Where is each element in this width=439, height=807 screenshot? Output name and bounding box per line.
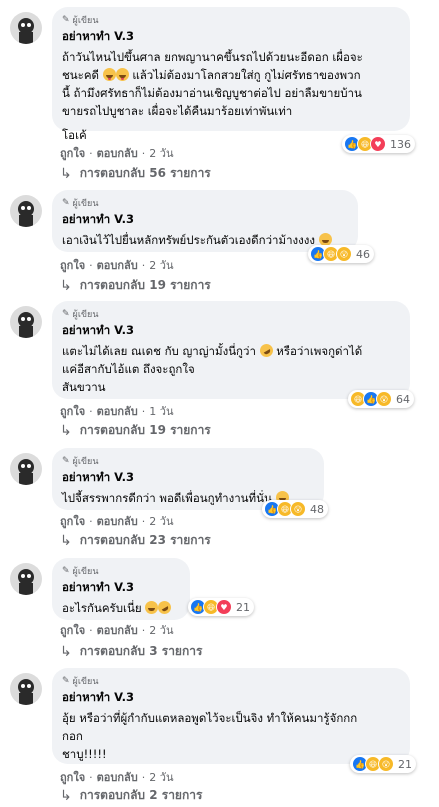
reply-arrow-icon: ↳ (60, 165, 72, 182)
pencil-icon: ✎ (62, 675, 70, 686)
comment-text: อะไรกันครับเนี่ย (62, 598, 180, 617)
reaction-count: 21 (236, 600, 250, 614)
comment-bubble: ✎ ผู้เขียน อย่าหาทำ V.3 ถ้าวันไหนไปขึ้นศา… (52, 7, 410, 142)
avatar[interactable] (10, 306, 42, 338)
author-badge: ✎ ผู้เขียน (62, 675, 99, 687)
reply-button[interactable]: ตอบกลับ (97, 402, 138, 420)
reaction-count: 46 (356, 247, 370, 261)
wow-reaction-icon: 😮 (376, 391, 392, 407)
reaction-summary[interactable]: 😆 👍 😮 64 (348, 390, 414, 408)
view-replies-link[interactable]: ↳ การตอบกลับ 56 รายการ (60, 164, 211, 183)
timestamp[interactable]: 2 วัน (149, 621, 173, 639)
comment-text: อุ้ย หรือว่าที่ผู้กำกับแตหลอพูดไว้จะเป็น… (62, 711, 358, 761)
rofl-emoji-icon (155, 598, 174, 617)
pencil-icon: ✎ (62, 455, 70, 466)
reaction-count: 64 (396, 392, 410, 406)
avatar[interactable] (10, 12, 42, 44)
comment-actions: ถูกใจ · ตอบกลับ · 2 วัน (60, 768, 173, 786)
wow-reaction-icon: 😮 (378, 756, 394, 772)
reaction-summary[interactable]: 👍 😆 ♥ 136 (342, 135, 415, 153)
timestamp[interactable]: 1 วัน (149, 402, 173, 420)
view-replies-link[interactable]: ↳ การตอบกลับ 23 รายการ (60, 531, 211, 550)
comment-author[interactable]: อย่าหาทำ V.3 (62, 579, 180, 597)
reply-arrow-icon: ↳ (60, 277, 72, 294)
pencil-icon: ✎ (62, 308, 70, 319)
wow-reaction-icon: 😮 (336, 246, 352, 262)
author-badge: ✎ ผู้เขียน (62, 197, 99, 209)
comment-text: เอาเงินไว้ไปยื่นหลักทรัพย์ประกันตัวเองดี… (62, 231, 348, 249)
comment-actions: ถูกใจ · ตอบกลับ · 2 วัน (60, 144, 173, 162)
comment-text: ถ้าวันไหนไปขึ้นศาล ยกพญานาคขึ้นรถไปด้วยน… (62, 50, 363, 142)
view-replies-link[interactable]: ↳ การตอบกลับ 19 รายการ (60, 421, 211, 440)
wow-reaction-icon: 😮 (290, 501, 306, 517)
reply-button[interactable]: ตอบกลับ (97, 144, 138, 162)
reaction-count: 136 (390, 137, 411, 151)
reply-arrow-icon: ↳ (60, 643, 72, 660)
reaction-summary[interactable]: 👍 😆 😮 48 (262, 500, 328, 518)
author-badge: ✎ ผู้เขียน (62, 308, 99, 320)
comment-bubble: ✎ ผู้เขียน อย่าหาทำ V.3 แตะไม่ได้เลย ณเดช… (52, 301, 410, 399)
comment-actions: ถูกใจ · ตอบกลับ · 2 วัน (60, 621, 173, 639)
comment-actions: ถูกใจ · ตอบกลับ · 2 วัน (60, 512, 173, 530)
author-badge: ✎ ผู้เขียน (62, 14, 99, 26)
view-replies-link[interactable]: ↳ การตอบกลับ 2 รายการ (60, 786, 202, 805)
view-replies-link[interactable]: ↳ การตอบกลับ 3 รายการ (60, 642, 202, 661)
avatar[interactable] (10, 195, 42, 227)
like-button[interactable]: ถูกใจ (60, 512, 85, 530)
reaction-count: 48 (310, 502, 324, 516)
reply-button[interactable]: ตอบกลับ (97, 256, 138, 274)
comment-author[interactable]: อย่าหาทำ V.3 (62, 28, 400, 46)
like-button[interactable]: ถูกใจ (60, 256, 85, 274)
timestamp[interactable]: 2 วัน (149, 768, 173, 786)
comment-bubble: ✎ ผู้เขียน อย่าหาทำ V.3 เอาเงินไว้ไปยื่นห… (52, 190, 358, 252)
view-replies-link[interactable]: ↳ การตอบกลับ 19 รายการ (60, 276, 211, 295)
comment-bubble: ✎ ผู้เขียน อย่าหาทำ V.3 อุ้ย หรือว่าที่ผู… (52, 668, 410, 764)
comment-actions: ถูกใจ · ตอบกลับ · 1 วัน (60, 402, 173, 420)
like-button[interactable]: ถูกใจ (60, 768, 85, 786)
like-button[interactable]: ถูกใจ (60, 621, 85, 639)
reply-arrow-icon: ↳ (60, 532, 72, 549)
author-badge: ✎ ผู้เขียน (62, 565, 99, 577)
reply-button[interactable]: ตอบกลับ (97, 512, 138, 530)
comment-author[interactable]: อย่าหาทำ V.3 (62, 322, 400, 340)
comment-author[interactable]: อย่าหาทำ V.3 (62, 469, 314, 487)
comment-author[interactable]: อย่าหาทำ V.3 (62, 211, 348, 229)
reaction-summary[interactable]: 👍 😆 😮 21 (350, 755, 416, 773)
tongue-emoji-icon (102, 68, 116, 81)
pencil-icon: ✎ (62, 14, 70, 25)
reaction-summary[interactable]: 👍 😆 ♥ 21 (188, 598, 254, 616)
avatar[interactable] (10, 453, 42, 485)
reply-arrow-icon: ↳ (60, 422, 72, 439)
comment-text: แตะไม่ได้เลย ณเดช กับ ญาญ่ามั้งนี่กูว่า … (62, 341, 400, 396)
reaction-count: 21 (398, 757, 412, 771)
pencil-icon: ✎ (62, 197, 70, 208)
reply-arrow-icon: ↳ (60, 787, 72, 804)
love-reaction-icon: ♥ (216, 599, 232, 615)
pencil-icon: ✎ (62, 565, 70, 576)
reaction-summary[interactable]: 👍 😆 😮 46 (308, 245, 374, 263)
author-badge: ✎ ผู้เขียน (62, 455, 99, 467)
tongue-emoji-icon (115, 68, 129, 81)
reply-button[interactable]: ตอบกลับ (97, 621, 138, 639)
avatar[interactable] (10, 563, 42, 595)
timestamp[interactable]: 2 วัน (149, 144, 173, 162)
rofl-emoji-icon (257, 341, 275, 360)
like-button[interactable]: ถูกใจ (60, 144, 85, 162)
comment-actions: ถูกใจ · ตอบกลับ · 2 วัน (60, 256, 173, 274)
timestamp[interactable]: 2 วัน (149, 512, 173, 530)
reply-button[interactable]: ตอบกลับ (97, 768, 138, 786)
love-reaction-icon: ♥ (370, 136, 386, 152)
avatar[interactable] (10, 673, 42, 705)
timestamp[interactable]: 2 วัน (149, 256, 173, 274)
grin-emoji-icon (145, 601, 159, 614)
like-button[interactable]: ถูกใจ (60, 402, 85, 420)
comment-author[interactable]: อย่าหาทำ V.3 (62, 689, 400, 707)
comment-bubble: ✎ ผู้เขียน อย่าหาทำ V.3 อะไรกันครับเนี่ย (52, 558, 190, 620)
